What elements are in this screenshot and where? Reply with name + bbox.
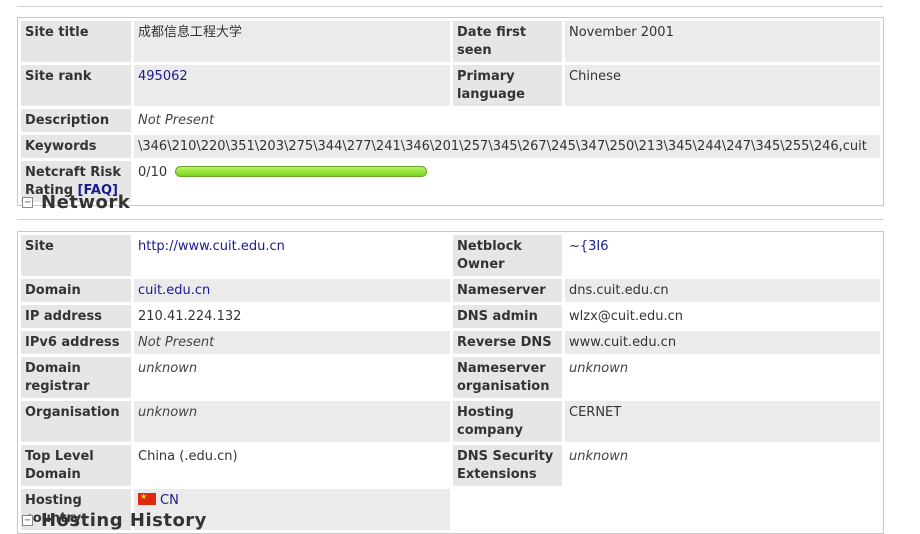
- hosting-country-link[interactable]: CN: [160, 493, 179, 508]
- collapse-toggle-icon[interactable]: −: [22, 515, 33, 526]
- domain-cell: cuit.edu.cn: [134, 279, 450, 302]
- network-section-header: − Network: [22, 192, 130, 213]
- site-title-value: 成都信息工程大学: [134, 21, 450, 62]
- table-row: Top Level Domain China (.edu.cn) DNS Sec…: [21, 445, 880, 486]
- table-row: Organisation unknown Hosting company CER…: [21, 401, 880, 442]
- description-label: Description: [21, 109, 131, 132]
- date-first-seen-label: Date first seen: [453, 21, 562, 62]
- date-first-seen-value: November 2001: [565, 21, 880, 62]
- organisation-label: Organisation: [21, 401, 131, 442]
- nameserver-label: Nameserver: [453, 279, 562, 302]
- dns-security-extensions-label: DNS Security Extensions: [453, 445, 562, 486]
- netblock-owner-label: Netblock Owner: [453, 235, 562, 276]
- ipv6-address-value: Not Present: [134, 331, 450, 354]
- top-level-domain-label: Top Level Domain: [21, 445, 131, 486]
- netblock-owner-cell: ~{3I6: [565, 235, 880, 276]
- risk-rating-bar: [175, 166, 428, 177]
- table-row: Domain registrar unknown Nameserver orga…: [21, 357, 880, 398]
- dns-admin-value: wlzx@cuit.edu.cn: [565, 305, 880, 328]
- dns-admin-label: DNS admin: [453, 305, 562, 328]
- top-divider: [17, 6, 883, 7]
- keywords-value: \346\210\220\351\203\275\344\277\241\346…: [134, 135, 880, 158]
- domain-link[interactable]: cuit.edu.cn: [138, 283, 210, 298]
- site-label: Site: [21, 235, 131, 276]
- hosting-history-section-header: − Hosting History: [22, 510, 207, 531]
- empty-cell: [453, 489, 880, 530]
- description-value: Not Present: [134, 109, 880, 132]
- network-table: Site http://www.cuit.edu.cn Netblock Own…: [18, 232, 883, 533]
- table-row: IPv6 address Not Present Reverse DNS www…: [21, 331, 880, 354]
- table-row: IP address 210.41.224.132 DNS admin wlzx…: [21, 305, 880, 328]
- ipv6-address-label: IPv6 address: [21, 331, 131, 354]
- reverse-dns-value: www.cuit.edu.cn: [565, 331, 880, 354]
- primary-language-label: Primary language: [453, 65, 562, 106]
- network-section-title: Network: [41, 192, 131, 213]
- site-info-table: Site title 成都信息工程大学 Date first seen Nove…: [18, 18, 883, 205]
- nameserver-value: dns.cuit.edu.cn: [565, 279, 880, 302]
- table-row: Site title 成都信息工程大学 Date first seen Nove…: [21, 21, 880, 62]
- nameserver-organisation-value: unknown: [565, 357, 880, 398]
- table-row: Keywords \346\210\220\351\203\275\344\27…: [21, 135, 880, 158]
- hosting-company-label: Hosting company: [453, 401, 562, 442]
- risk-rating-cell: 0/10: [134, 161, 880, 202]
- hosting-history-section-title: Hosting History: [41, 510, 207, 531]
- risk-rating-value: 0/10: [138, 165, 168, 180]
- ip-address-label: IP address: [21, 305, 131, 328]
- site-cell: http://www.cuit.edu.cn: [134, 235, 450, 276]
- netblock-owner-link[interactable]: ~{3I6: [569, 239, 609, 254]
- organisation-value: unknown: [134, 401, 450, 442]
- table-row: Site rank 495062 Primary language Chines…: [21, 65, 880, 106]
- site-info-panel: Site title 成都信息工程大学 Date first seen Nove…: [17, 17, 884, 206]
- site-rank-link[interactable]: 495062: [138, 69, 188, 84]
- reverse-dns-label: Reverse DNS: [453, 331, 562, 354]
- collapse-toggle-icon[interactable]: −: [22, 197, 33, 208]
- hosting-company-value: CERNET: [565, 401, 880, 442]
- keywords-label: Keywords: [21, 135, 131, 158]
- primary-language-value: Chinese: [565, 65, 880, 106]
- ip-address-value: 210.41.224.132: [134, 305, 450, 328]
- top-level-domain-value: China (.edu.cn): [134, 445, 450, 486]
- network-panel: Site http://www.cuit.edu.cn Netblock Own…: [17, 231, 884, 534]
- network-divider: [17, 219, 883, 220]
- table-row: Description Not Present: [21, 109, 880, 132]
- dns-security-extensions-value: unknown: [565, 445, 880, 486]
- domain-label: Domain: [21, 279, 131, 302]
- table-row: Netcraft Risk Rating [FAQ] 0/10: [21, 161, 880, 202]
- site-rank-cell: 495062: [134, 65, 450, 106]
- table-row: Domain cuit.edu.cn Nameserver dns.cuit.e…: [21, 279, 880, 302]
- site-rank-label: Site rank: [21, 65, 131, 106]
- table-row: Site http://www.cuit.edu.cn Netblock Own…: [21, 235, 880, 276]
- nameserver-organisation-label: Nameserver organisation: [453, 357, 562, 398]
- domain-registrar-label: Domain registrar: [21, 357, 131, 398]
- site-url-link[interactable]: http://www.cuit.edu.cn: [138, 239, 285, 254]
- china-flag-icon: [138, 492, 156, 505]
- site-title-label: Site title: [21, 21, 131, 62]
- domain-registrar-value: unknown: [134, 357, 450, 398]
